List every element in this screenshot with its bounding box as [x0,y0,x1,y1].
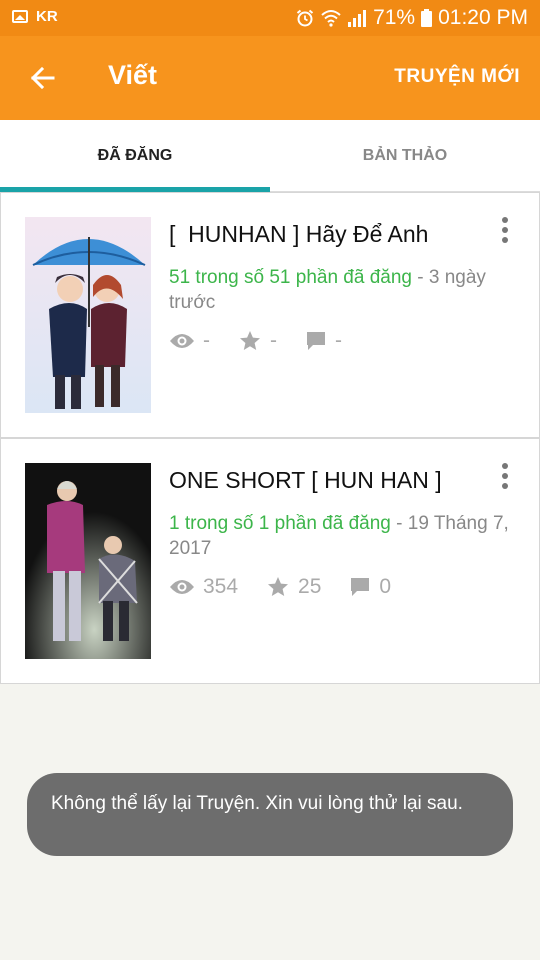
page-title: Viết [108,60,158,90]
comment-icon [307,332,325,350]
story-card[interactable]: ONE SHORT [ HUN HAN ] 1 trong số 1 phần … [0,438,540,684]
story-meta: 1 trong số 1 phần đã đăng - 19 Tháng 7, … [169,511,529,561]
story-menu-button[interactable] [493,461,517,491]
story-card[interactable]: [ HUNHAN ] Hãy Để Anh 51 trong số 51 phầ… [0,192,540,438]
comments-count: 0 [379,575,392,598]
star-icon [268,577,289,596]
views-count: 354 [203,575,239,598]
arrow-left-icon [30,66,55,90]
story-menu-button[interactable] [493,215,517,245]
story-parts: 1 trong số 1 phần đã đăng [169,513,391,534]
back-button[interactable] [20,58,64,98]
more-vert-icon [502,463,508,469]
comments-count: - [335,329,342,352]
wifi-icon [321,9,341,27]
carrier-label: KR [36,8,58,25]
alarm-icon [295,8,315,28]
story-stats: - - - [169,329,370,353]
story-title[interactable]: [ HUNHAN ] Hãy Để Anh [169,221,428,248]
image-icon [12,10,28,23]
tab-drafts[interactable]: BẢN THẢO [270,120,540,192]
votes-count: 25 [298,575,322,598]
story-title[interactable]: ONE SHORT [ HUN HAN ] [169,467,442,494]
tab-bar: ĐÃ ĐĂNG BẢN THẢO [0,120,540,192]
battery-icon [421,9,433,27]
battery-percent: 71% [373,6,416,29]
story-cover-image[interactable] [25,463,151,659]
story-stats: 354 25 0 [169,575,419,599]
status-bar: KR 71% 01:20 PM [0,0,540,36]
app-bar: Viết TRUYỆN MỚI [0,36,540,120]
views-count: - [203,329,210,352]
new-story-button[interactable]: TRUYỆN MỚI [394,66,520,88]
clock: 01:20 PM [438,6,528,29]
story-parts: 51 trong số 51 phần đã đăng [169,267,412,288]
comment-icon [351,578,370,596]
tab-published[interactable]: ĐÃ ĐĂNG [0,120,270,192]
signal-icon [347,9,367,27]
eye-icon [170,580,194,594]
story-cover-image[interactable] [25,217,151,413]
star-icon [240,331,260,350]
toast-message: Không thể lấy lại Truyện. Xin vui lòng t… [27,773,513,856]
more-vert-icon [502,217,508,223]
story-meta: 51 trong số 51 phần đã đăng - 3 ngày trư… [169,265,529,315]
eye-icon [170,334,194,348]
votes-count: - [270,329,277,352]
